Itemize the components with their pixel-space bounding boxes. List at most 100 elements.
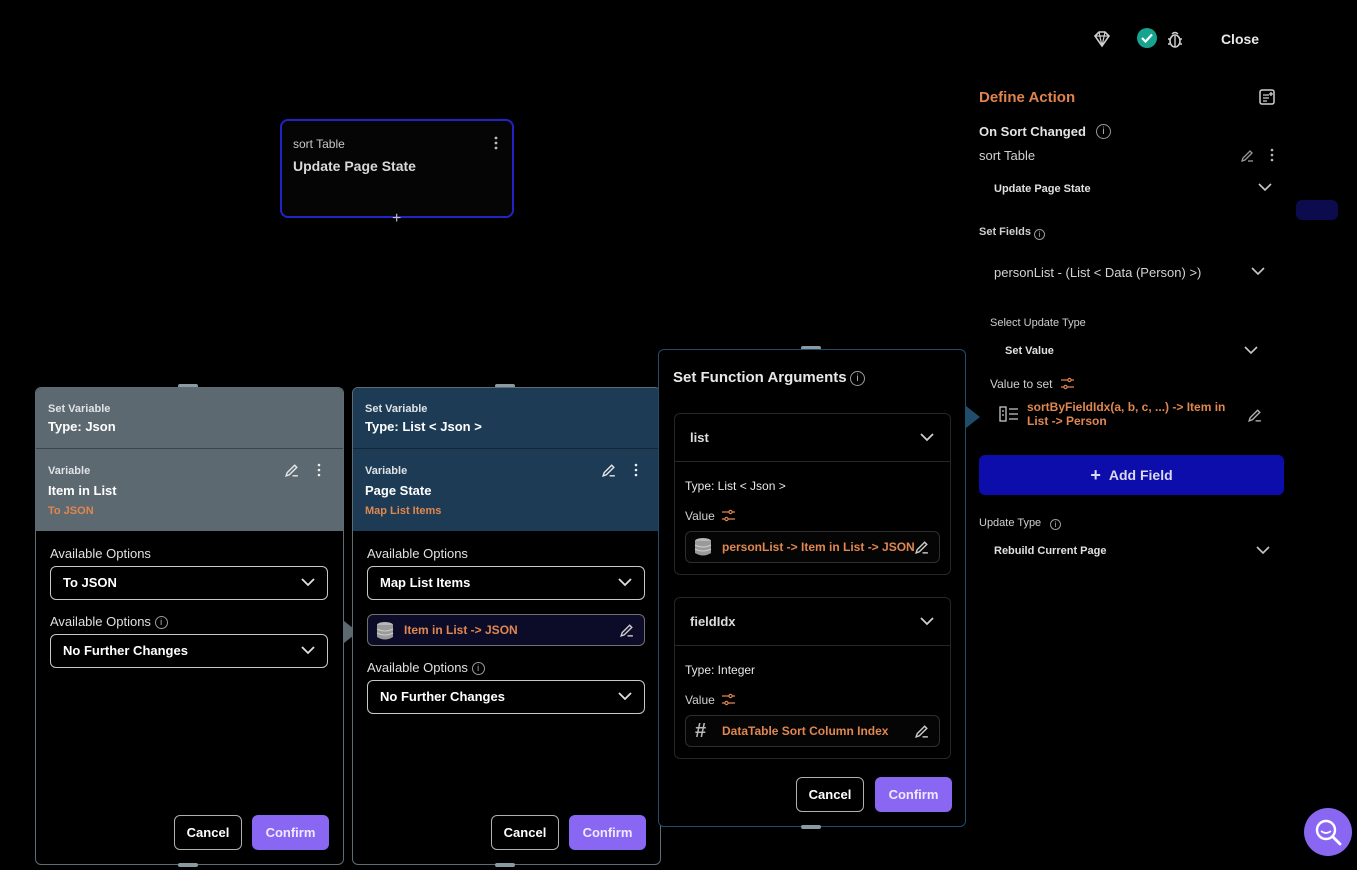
type-label: Type: List < Json > xyxy=(365,419,482,434)
cancel-button[interactable]: Cancel xyxy=(491,815,559,850)
action-node[interactable]: sort Table Update Page State + xyxy=(280,119,514,227)
argument-value: personList -> Item in List -> JSON xyxy=(722,540,915,554)
connector-arrow xyxy=(966,406,980,428)
chevron-down-icon[interactable] xyxy=(920,617,934,626)
edit-icon[interactable] xyxy=(284,462,300,478)
edit-icon[interactable] xyxy=(914,539,930,555)
map-item-chip[interactable]: Item in List -> JSON xyxy=(367,614,645,646)
info-icon[interactable]: i xyxy=(1050,516,1061,531)
edit-icon[interactable] xyxy=(1240,148,1255,163)
bug-icon[interactable] xyxy=(1164,28,1186,50)
drag-handle[interactable] xyxy=(801,825,821,829)
info-icon[interactable]: i xyxy=(471,662,485,676)
define-action-title: Define Action xyxy=(979,89,1076,106)
info-icon[interactable]: i xyxy=(154,616,168,630)
action-node-subtitle: sort Table xyxy=(293,137,345,151)
argument-type: Type: Integer xyxy=(685,663,756,677)
info-icon[interactable]: i xyxy=(1096,123,1111,140)
further-changes-select[interactable]: No Further Changes xyxy=(50,634,328,668)
diamond-icon[interactable] xyxy=(1091,28,1113,50)
kebab-menu-icon[interactable] xyxy=(1270,148,1274,162)
argument-value-chip[interactable]: # DataTable Sort Column Index xyxy=(685,715,940,747)
available-options-label: Available Options i xyxy=(367,660,485,676)
field-select[interactable]: personList - (List < Data (Person) >) xyxy=(994,265,1201,280)
argument-card-list: list Type: List < Json > Value personLis… xyxy=(674,413,951,575)
action-name: sort Table xyxy=(979,148,1036,163)
function-arguments-title: Set Function Arguments xyxy=(673,369,847,386)
edit-icon[interactable] xyxy=(601,462,617,478)
variable-icon[interactable] xyxy=(721,508,736,523)
chevron-down-icon[interactable] xyxy=(1251,267,1265,276)
argument-value: DataTable Sort Column Index xyxy=(722,724,889,738)
cancel-button[interactable]: Cancel xyxy=(174,815,242,850)
page-update-type-label: Update Type xyxy=(979,517,1042,529)
transform-select-value: To JSON xyxy=(63,575,117,590)
transform-select[interactable]: To JSON xyxy=(50,566,328,600)
confirm-button[interactable]: Confirm xyxy=(875,777,952,812)
chevron-down-icon[interactable] xyxy=(1256,546,1270,555)
hash-icon: # xyxy=(695,720,707,742)
update-type-select[interactable]: Set Value xyxy=(1005,345,1054,357)
variable-name: Page State xyxy=(365,483,432,498)
available-options-label: Available Options xyxy=(367,546,468,561)
search-button[interactable] xyxy=(1304,808,1352,856)
add-field-button[interactable]: + Add Field xyxy=(979,455,1284,495)
map-item-chip-label: Item in List -> JSON xyxy=(404,623,518,637)
kebab-menu-icon[interactable] xyxy=(494,136,498,150)
notes-icon[interactable] xyxy=(1258,88,1276,106)
set-fields-label: Set Fields xyxy=(979,226,1031,238)
info-icon[interactable]: i xyxy=(1034,226,1045,241)
drag-handle[interactable] xyxy=(495,863,515,867)
available-options-label: Available Options i xyxy=(50,614,168,630)
argument-name: fieldIdx xyxy=(690,614,736,629)
kebab-menu-icon[interactable] xyxy=(317,463,321,477)
argument-header[interactable]: list xyxy=(675,414,950,462)
argument-name: list xyxy=(690,430,709,445)
set-variable-panel-json: Set Variable Type: Json Variable Item in… xyxy=(35,387,344,865)
set-variable-label: Set Variable xyxy=(365,403,428,415)
set-variable-panel-list: Set Variable Type: List < Json > Variabl… xyxy=(352,387,661,865)
variable-label: Variable xyxy=(365,465,408,477)
add-action-icon[interactable]: + xyxy=(392,211,401,227)
confirm-button[interactable]: Confirm xyxy=(569,815,646,850)
function-icon xyxy=(999,405,1019,423)
trigger-label: On Sort Changed xyxy=(979,124,1086,139)
add-field-label: Add Field xyxy=(1108,467,1173,483)
transform-select[interactable]: Map List Items xyxy=(367,566,645,600)
variable-icon[interactable] xyxy=(1060,376,1075,391)
edit-icon[interactable] xyxy=(619,622,635,638)
kebab-menu-icon[interactable] xyxy=(634,463,638,477)
edit-icon[interactable] xyxy=(1247,407,1263,423)
chevron-down-icon[interactable] xyxy=(1244,346,1258,355)
chevron-down-icon xyxy=(618,692,632,701)
cancel-button[interactable]: Cancel xyxy=(796,777,864,812)
action-type-select[interactable]: Update Page State xyxy=(994,183,1091,195)
page-update-type-select[interactable]: Rebuild Current Page xyxy=(994,545,1106,557)
plus-icon: + xyxy=(1090,465,1101,485)
argument-value-chip[interactable]: personList -> Item in List -> JSON xyxy=(685,531,940,563)
type-label: Type: Json xyxy=(48,419,116,434)
edit-icon[interactable] xyxy=(914,723,930,739)
drag-handle[interactable] xyxy=(178,863,198,867)
chevron-down-icon xyxy=(301,646,315,655)
further-changes-select[interactable]: No Further Changes xyxy=(367,680,645,714)
chevron-down-icon[interactable] xyxy=(1258,183,1272,192)
update-type-label: Select Update Type xyxy=(990,317,1086,329)
check-status-icon[interactable] xyxy=(1136,27,1158,49)
chevron-down-icon[interactable] xyxy=(920,433,934,442)
argument-type: Type: List < Json > xyxy=(685,479,786,493)
action-node-title: Update Page State xyxy=(293,158,416,174)
further-changes-value: No Further Changes xyxy=(63,643,188,658)
confirm-button[interactable]: Confirm xyxy=(252,815,329,850)
info-icon[interactable]: i xyxy=(850,370,865,387)
search-icon xyxy=(1315,819,1342,846)
chevron-down-icon xyxy=(301,578,315,587)
variable-icon[interactable] xyxy=(721,692,736,707)
close-button[interactable]: Close xyxy=(1212,28,1268,50)
variable-label: Variable xyxy=(48,465,91,477)
value-label: Value xyxy=(685,509,715,523)
value-expression[interactable]: sortByFieldIdx(a, b, c, ...) -> Item in … xyxy=(1027,400,1232,428)
argument-header[interactable]: fieldIdx xyxy=(675,598,950,646)
variable-name: Item in List xyxy=(48,483,117,498)
further-changes-value: No Further Changes xyxy=(380,689,505,704)
